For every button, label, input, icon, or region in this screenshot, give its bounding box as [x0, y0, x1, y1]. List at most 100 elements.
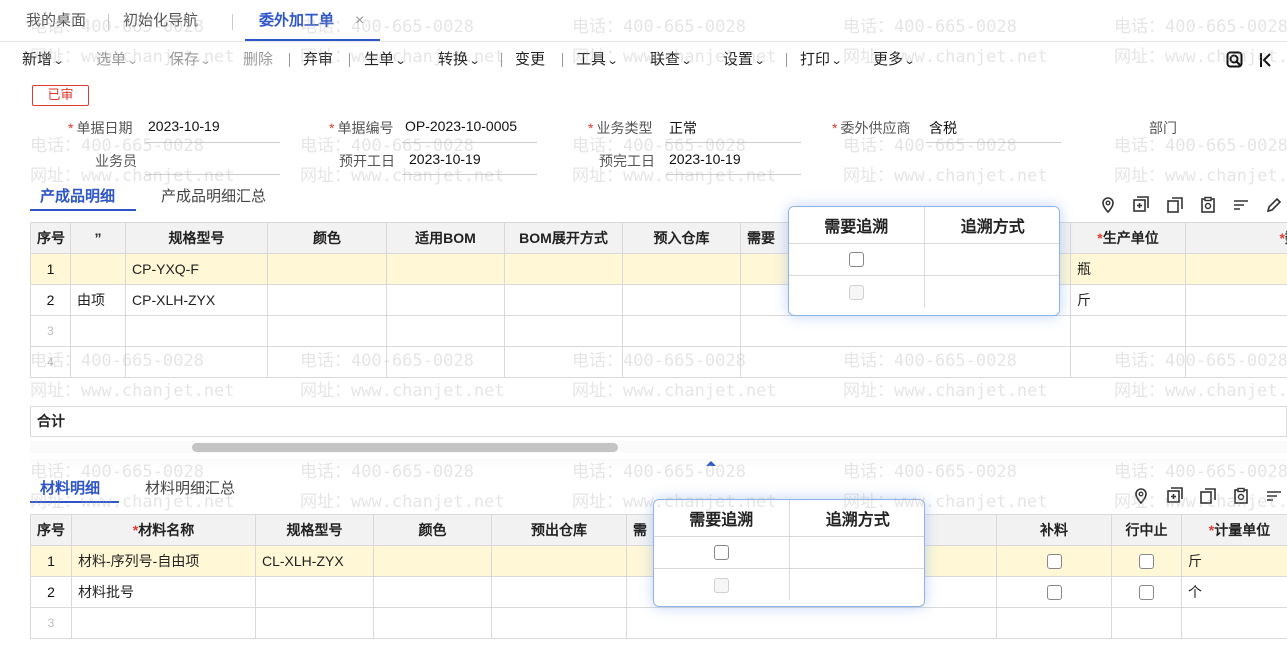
grid-cell[interactable] [622, 284, 741, 316]
grid-cell-spec[interactable] [255, 576, 374, 608]
grid-cell-name[interactable]: 材料-序列号-自由项 [71, 545, 256, 577]
grid-cell[interactable] [491, 545, 627, 577]
tab-outsource-order[interactable]: 委外加工单 [259, 0, 334, 40]
copy-row-icon[interactable] [1166, 196, 1184, 214]
grid-cell[interactable] [386, 253, 505, 285]
grid-cell[interactable] [1185, 315, 1287, 347]
grid-cell[interactable] [267, 315, 387, 347]
grid-cell[interactable] [504, 253, 623, 285]
table-row[interactable]: 3 [30, 607, 1287, 639]
grid-cell[interactable] [70, 253, 126, 285]
need-trace-checkbox[interactable] [848, 284, 864, 300]
grid-cell[interactable] [491, 607, 627, 639]
grid-cell-unit[interactable]: 斤 [1070, 284, 1186, 316]
grid-cell[interactable] [626, 607, 997, 639]
grid-cell[interactable] [1070, 315, 1186, 347]
popup-cell[interactable] [789, 536, 924, 569]
grid-cell[interactable] [255, 607, 374, 639]
grid-cell-name[interactable]: 材料批号 [71, 576, 256, 608]
grid-cell[interactable] [373, 607, 492, 639]
need-trace-checkbox[interactable] [713, 545, 729, 561]
grid-cell[interactable] [740, 346, 1071, 378]
grid-cell[interactable] [1185, 346, 1287, 378]
tab-product-detail[interactable]: 产成品明细 [40, 185, 115, 206]
convert-button[interactable]: 转换⌄ [438, 42, 481, 78]
biztype-field[interactable]: 正常 [669, 118, 697, 138]
table-row[interactable]: 2 由项 CP-XLH-ZYX 斤 [30, 284, 1287, 316]
grid-cell[interactable] [1185, 253, 1287, 285]
grid-cell[interactable] [1070, 346, 1186, 378]
grid-cell[interactable] [622, 315, 741, 347]
generate-button[interactable]: 生单⌄ [364, 42, 407, 78]
grid-cell[interactable] [386, 346, 505, 378]
popup-cell[interactable] [924, 243, 1059, 276]
grid-cell[interactable] [622, 346, 741, 378]
grid-cell[interactable] [622, 253, 741, 285]
grid-cell[interactable] [70, 346, 126, 378]
grid-cell[interactable] [996, 607, 1112, 639]
grid-cell-unit[interactable]: 个 [1181, 576, 1287, 608]
edit-icon[interactable] [1265, 196, 1283, 214]
grid-cell[interactable] [386, 315, 505, 347]
new-button[interactable]: 新增⌄ [22, 42, 65, 78]
delete-button[interactable]: 删除 [243, 42, 273, 78]
copy-row-icon[interactable] [1199, 487, 1217, 505]
grid-cell[interactable] [504, 315, 623, 347]
grid-cell-spec[interactable]: CP-XLH-ZYX [125, 284, 268, 316]
grid-cell[interactable] [373, 576, 492, 608]
sort-rows-icon[interactable] [1232, 196, 1250, 214]
grid-cell[interactable] [491, 576, 627, 608]
settings-button[interactable]: 设置⌄ [723, 42, 766, 78]
tab-material-summary[interactable]: 材料明细汇总 [145, 477, 235, 498]
grid-cell[interactable] [71, 607, 256, 639]
grid-cell[interactable] [373, 545, 492, 577]
tab-product-summary[interactable]: 产成品明细汇总 [161, 185, 266, 206]
unaudit-button[interactable]: 弃审 [303, 42, 333, 78]
need-trace-checkbox[interactable] [713, 577, 729, 593]
plan-end-field[interactable]: 2023-10-19 [669, 151, 741, 167]
query-button[interactable]: 联查⌄ [650, 42, 693, 78]
paste-row-icon[interactable] [1199, 196, 1217, 214]
paste-row-icon[interactable] [1232, 487, 1250, 505]
grid-cell[interactable] [267, 253, 387, 285]
grid-cell[interactable] [740, 315, 1071, 347]
grid-cell[interactable] [267, 284, 387, 316]
table-row[interactable]: 4 [30, 346, 1287, 378]
collapse-left-icon[interactable] [1259, 51, 1273, 69]
location-pin-icon[interactable] [1132, 487, 1150, 505]
pick-button[interactable]: 选单⌄ [96, 42, 139, 78]
save-button[interactable]: 保存⌄ [169, 42, 212, 78]
grid-cell-spec[interactable]: CP-YXQ-F [125, 253, 268, 285]
tab-init-guide[interactable]: 初始化导航 [123, 0, 198, 40]
close-icon[interactable]: × [355, 12, 364, 30]
panel-splitter[interactable] [30, 459, 1287, 469]
search-icon[interactable] [1226, 51, 1244, 69]
grid-cell[interactable] [125, 315, 268, 347]
line-stop-checkbox[interactable] [1139, 585, 1154, 601]
more-button[interactable]: 更多⌄ [873, 42, 916, 78]
popup-cell[interactable] [924, 275, 1059, 307]
grid-cell[interactable]: 由项 [70, 284, 126, 316]
table-row[interactable]: 1 CP-YXQ-F 瓶 [30, 253, 1287, 285]
grid-cell[interactable] [125, 346, 268, 378]
sort-rows-icon[interactable] [1265, 487, 1283, 505]
grid-cell[interactable] [386, 284, 505, 316]
scrollbar-thumb[interactable] [192, 443, 618, 452]
number-field[interactable]: OP-2023-10-0005 [405, 118, 517, 134]
grid-cell[interactable] [1181, 607, 1287, 639]
grid-cell-spec[interactable]: CL-XLH-ZYX [255, 545, 374, 577]
supplier-field[interactable]: 含税 [929, 118, 957, 138]
grid-cell[interactable] [504, 284, 623, 316]
collapse-up-icon[interactable] [706, 461, 716, 466]
print-button[interactable]: 打印⌄ [800, 42, 843, 78]
change-button[interactable]: 变更 [515, 42, 545, 78]
grid-cell[interactable] [267, 346, 387, 378]
popup-cell[interactable] [789, 568, 924, 600]
grid-cell[interactable] [70, 315, 126, 347]
tab-desktop[interactable]: 我的桌面 [26, 0, 86, 40]
tools-button[interactable]: 工具⌄ [576, 42, 619, 78]
grid-cell[interactable] [1111, 607, 1182, 639]
add-row-icon[interactable] [1132, 196, 1150, 214]
supplement-checkbox[interactable] [1046, 554, 1062, 570]
supplement-checkbox[interactable] [1046, 585, 1062, 601]
